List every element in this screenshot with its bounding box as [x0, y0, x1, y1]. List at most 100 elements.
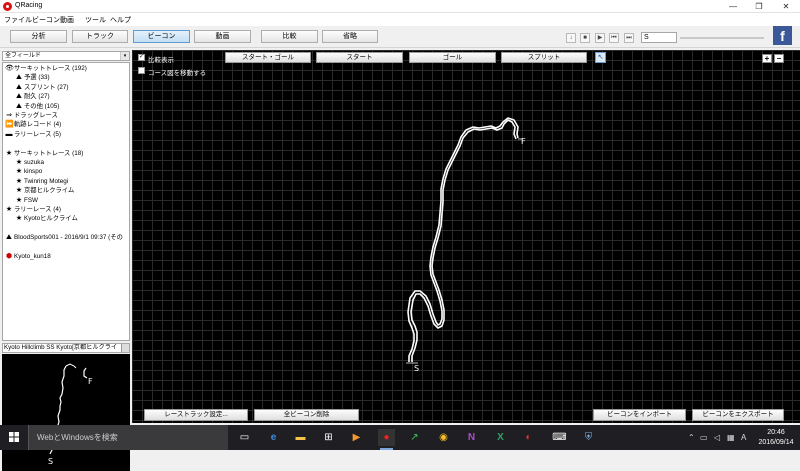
tree-item[interactable]: ⇒ ドラッグレース — [5, 111, 58, 120]
minimap-finish-label: F — [88, 377, 93, 386]
tab-omit[interactable]: 省略 — [322, 30, 378, 43]
tree-item-label: ラリーレース (5) — [14, 130, 61, 138]
store-icon[interactable]: ⊞ — [320, 429, 337, 446]
tree-item-icon: ★ — [15, 196, 23, 204]
tree-item[interactable]: ★ suzuka — [15, 158, 44, 167]
acrobat-icon[interactable]: ◐ — [520, 429, 537, 446]
skip-forward-button[interactable]: ⏭ — [624, 33, 634, 43]
track-start-label: S — [414, 364, 419, 373]
tree-item-icon: 👁 — [5, 65, 14, 72]
download-button[interactable]: ↓ — [566, 33, 576, 43]
tree-item-icon: ★ — [15, 187, 23, 195]
tab-analysis[interactable]: 分析 — [10, 30, 67, 43]
stop-button[interactable]: ■ — [580, 33, 590, 43]
maximize-button[interactable]: ❐ — [748, 0, 770, 13]
tree-item[interactable]: ⛰ BloodSports001 - 2016/9/1 09:37 (その — [5, 233, 123, 242]
tree-item-label: 軌跡レコード (4) — [14, 121, 62, 129]
tree-item[interactable]: ⛰ 耐久 (27) — [15, 92, 50, 101]
menu-file[interactable]: ファイル — [4, 15, 32, 25]
windows-taskbar: WebとWindowsを検索 ▭ e ▬ ⊞ ▶ ● ↗ ◉ N X ◐ ⌨ ⛨… — [0, 425, 800, 450]
tree-item[interactable]: ★ kinspo — [15, 167, 42, 176]
tab-compare[interactable]: 比較 — [261, 30, 318, 43]
excel-icon[interactable]: X — [492, 429, 509, 446]
import-beacons-button[interactable]: ビーコンをインポート — [593, 409, 686, 421]
close-button[interactable]: ✕ — [775, 0, 797, 13]
speed-slider[interactable] — [680, 37, 764, 39]
chevron-down-icon[interactable]: ▾ — [120, 52, 129, 60]
keyboard-icon[interactable]: ▦ — [727, 433, 735, 442]
tree-item-label: Kyoto_kun18 — [14, 253, 51, 260]
tree-item-icon: ⛰ — [16, 102, 22, 110]
track-finish-label: F — [521, 137, 526, 146]
map-header-button[interactable] — [121, 344, 129, 352]
taskbar-search-input[interactable]: WebとWindowsを検索 — [28, 425, 228, 450]
tree-item-icon: ⛰ — [16, 83, 22, 91]
export-beacons-button[interactable]: ビーコンをエクスポート — [692, 409, 784, 421]
race-track-settings-button[interactable]: レーストラック設定... — [144, 409, 248, 421]
tree-item[interactable]: ★ ラリーレース (4) — [5, 205, 61, 214]
menu-video[interactable]: 動画 — [60, 15, 74, 25]
keyboard-app-icon[interactable]: ⌨ — [551, 429, 568, 446]
tree-item-icon: ★ — [15, 168, 23, 176]
tree-item-icon: ⇒ — [6, 112, 12, 119]
qracing-icon[interactable]: ● — [378, 429, 395, 450]
tree-item[interactable]: ▬ ラリーレース (5) — [5, 130, 61, 139]
tree-item[interactable]: 👁サーキットトレース (192) — [5, 64, 87, 73]
toolbar: 分析 トラック ビーコン 動画 比較 省略 ↓ ■ ▶ ⏮ ⏭ S — [0, 26, 800, 48]
tree-item[interactable]: ⬢ Kyoto_kun18 — [5, 252, 51, 261]
menu-beacon[interactable]: ビーコン — [32, 15, 60, 25]
left-pane: 全フィールド ▾ 👁サーキットトレース (192) ⛰ 予選 (33) ⛰ スプリント … — [0, 50, 132, 471]
clock-time[interactable]: 20:46 — [756, 428, 796, 437]
file-explorer-icon[interactable]: ▬ — [292, 429, 309, 446]
speed-select[interactable]: S — [641, 32, 677, 43]
tree-item-icon: ★ — [5, 206, 13, 213]
tree-item-icon: ⬢ — [5, 253, 13, 260]
tree-item-icon: ⛰ — [16, 74, 22, 82]
tree-item[interactable]: ★ Twinring Motegi — [15, 177, 68, 186]
tree-item[interactable]: ★ FSW — [15, 196, 38, 205]
delete-all-beacons-button[interactable]: 全ビーコン削除 — [254, 409, 359, 421]
menu-help[interactable]: ヘルプ — [110, 15, 131, 25]
onenote-icon[interactable]: N — [463, 429, 480, 446]
minimize-button[interactable]: — — [722, 0, 744, 13]
chart-app-icon[interactable]: ↗ — [406, 429, 423, 446]
minimap-track: F S — [48, 363, 93, 466]
field-select[interactable]: 全フィールド ▾ — [2, 51, 130, 61]
media-player-icon[interactable]: ▶ — [348, 429, 365, 446]
network-icon[interactable]: ▭ — [700, 433, 708, 442]
tree-item-label: suzuka — [24, 159, 44, 166]
course-minimap: F S — [2, 354, 130, 471]
edge-icon[interactable]: e — [265, 429, 282, 446]
clock-date[interactable]: 2016/09/14 — [756, 438, 796, 447]
tab-track[interactable]: トラック — [72, 30, 128, 43]
tree-item[interactable]: ⛰ その他 (105) — [15, 102, 59, 111]
tree-item[interactable]: ★ サーキットトレース (18) — [5, 149, 83, 158]
minimap-start-label: S — [48, 457, 53, 466]
map-header-label: Kyoto Hillclimb SS Kyoto[京都ヒルクライ — [4, 344, 118, 351]
tree-item-icon: ▬ — [5, 130, 13, 138]
skip-back-button[interactable]: ⏮ — [609, 33, 619, 43]
volume-icon[interactable]: ◁ — [714, 433, 720, 442]
tab-video[interactable]: 動画 — [194, 30, 251, 43]
menu-tools[interactable]: ツール — [85, 15, 106, 25]
trace-tree[interactable]: 👁サーキットトレース (192) ⛰ 予選 (33) ⛰ スプリント (27) ⛰ 耐久 (… — [2, 62, 130, 341]
play-button[interactable]: ▶ — [595, 33, 605, 43]
field-select-value: 全フィールド — [5, 53, 41, 59]
shield-app-icon[interactable]: ⛨ — [580, 429, 597, 446]
tree-item-label: ラリーレース (4) — [14, 206, 61, 213]
tree-item-icon: ★ — [5, 149, 13, 157]
tree-item[interactable]: ⛰ 予選 (33) — [15, 73, 50, 82]
windows-start-icon[interactable] — [0, 425, 28, 450]
tree-item[interactable]: ⏩軌跡レコード (4) — [5, 120, 61, 129]
chrome-icon[interactable]: ◉ — [435, 429, 452, 446]
tree-item-label: kinspo — [24, 168, 43, 176]
tree-item[interactable]: ★ 京都ヒルクライム — [15, 186, 74, 195]
chevron-up-icon[interactable]: ⌃ — [688, 433, 695, 442]
facebook-icon[interactable]: f — [773, 26, 792, 45]
ime-icon[interactable]: A — [741, 433, 746, 442]
track-canvas[interactable]: ✓ 比較表示 コース図を移動する スタート・ゴール スタート ゴール スプリット… — [132, 50, 800, 423]
tree-item[interactable]: ★ Kyotoヒルクライム — [15, 214, 78, 223]
task-view-icon[interactable]: ▭ — [236, 429, 253, 446]
tree-item[interactable]: ⛰ スプリント (27) — [15, 83, 68, 92]
tab-beacon[interactable]: ビーコン — [133, 30, 190, 43]
